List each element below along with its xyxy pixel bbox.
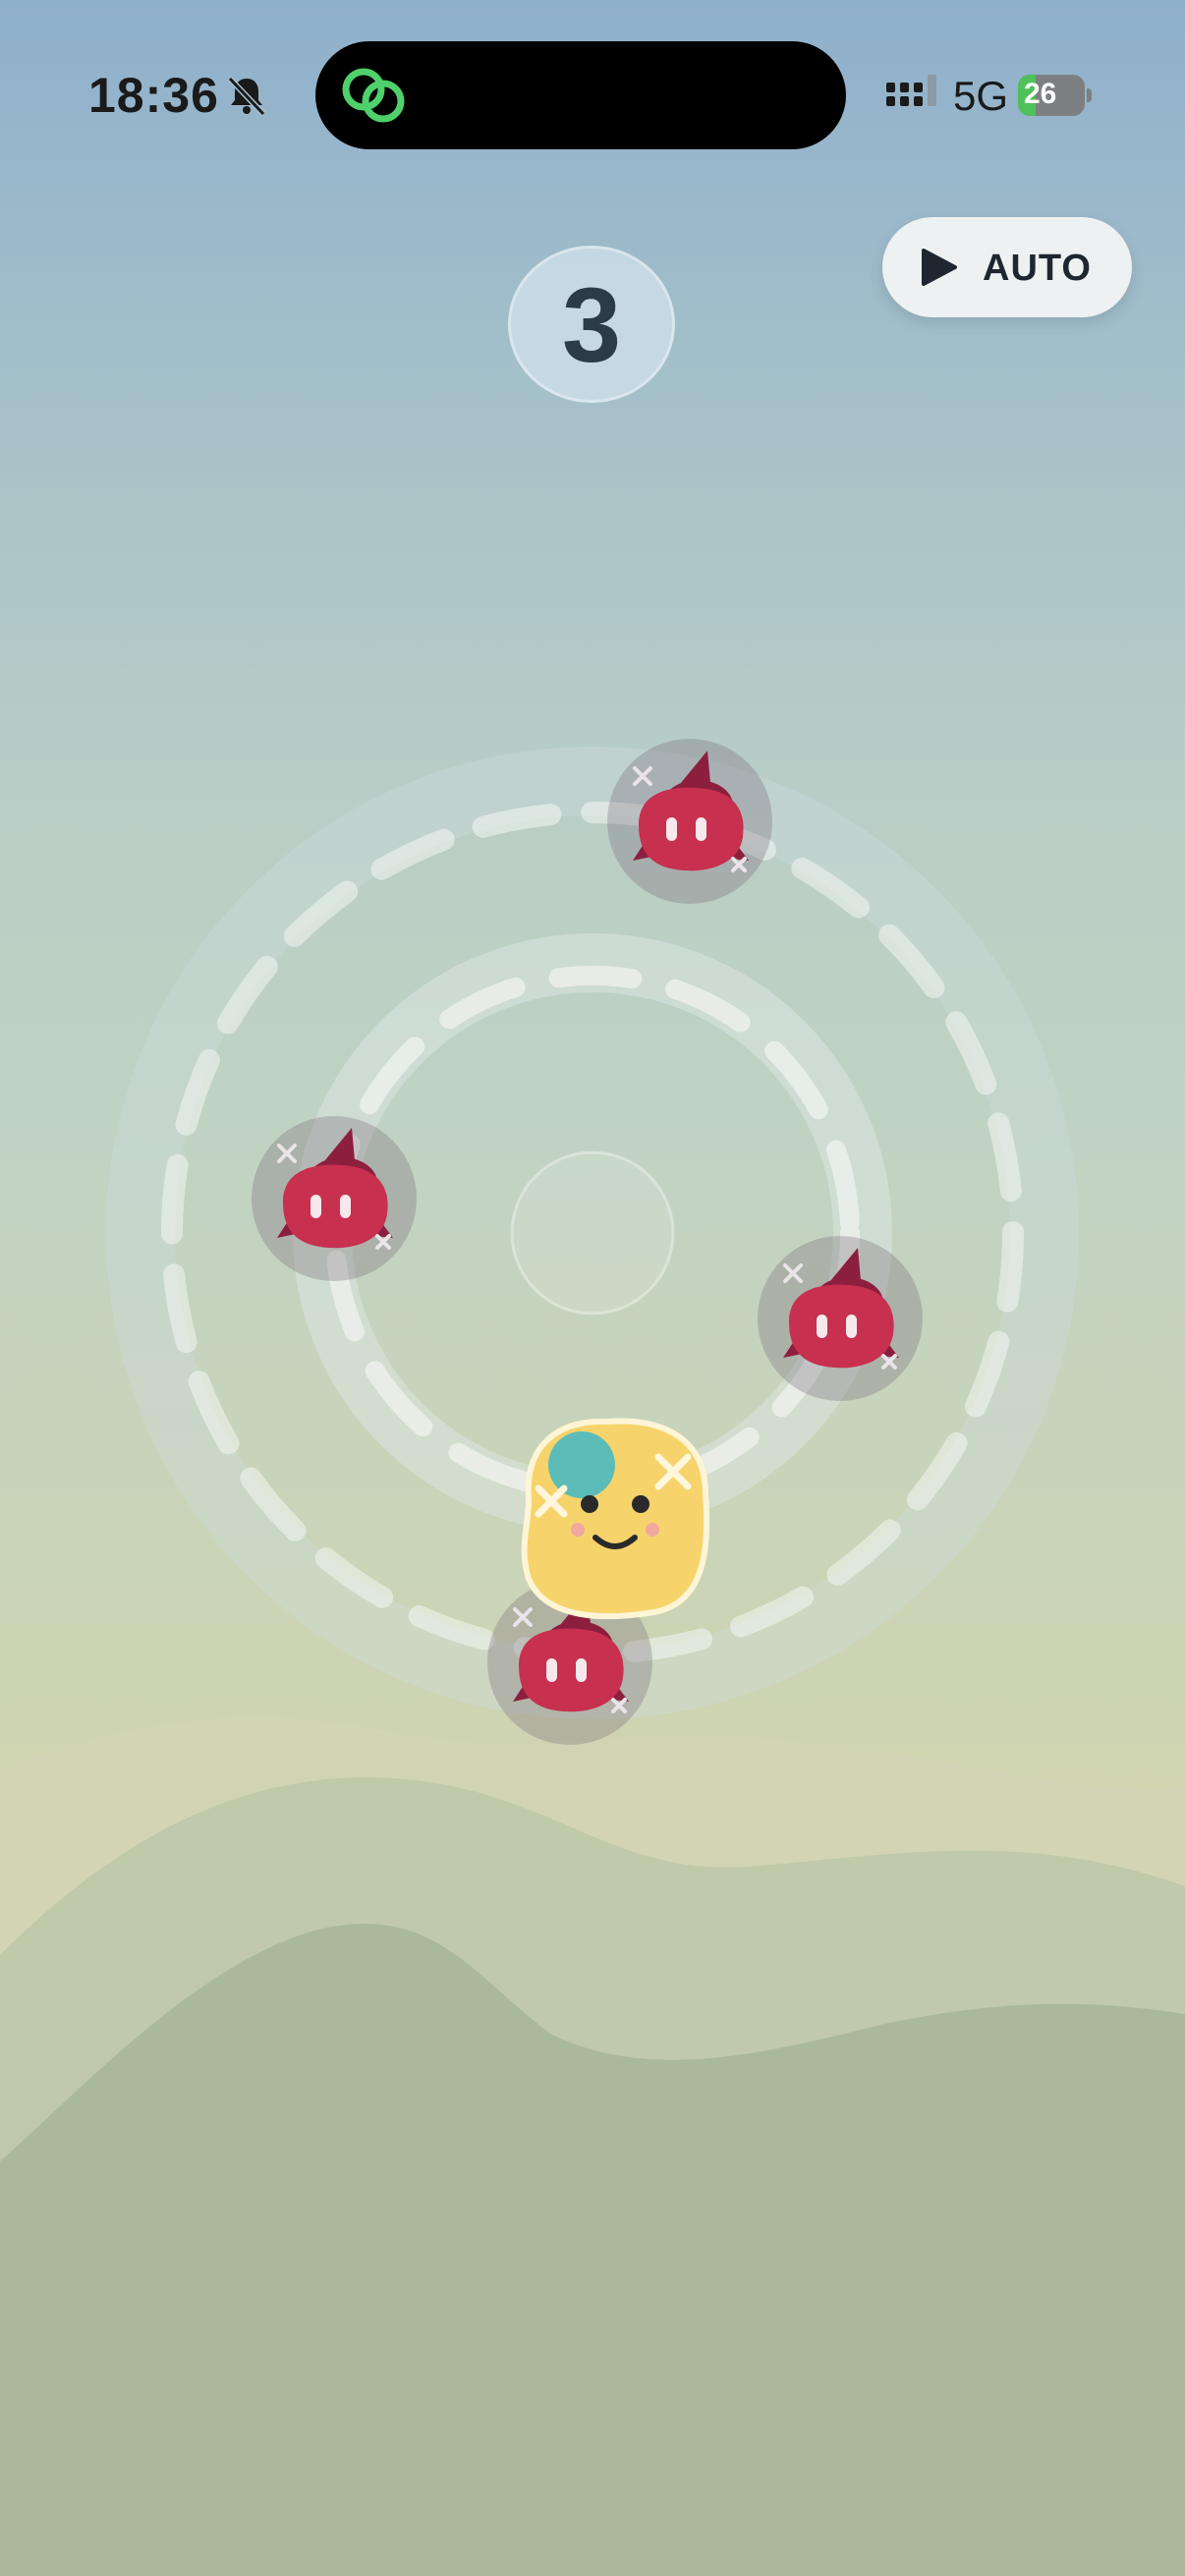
orbit-center bbox=[510, 1150, 675, 1316]
status-time: 18:36 bbox=[88, 68, 219, 123]
red-spiky-enemy bbox=[605, 737, 774, 906]
linked-circles-icon bbox=[342, 68, 405, 123]
red-spiky-enemy bbox=[250, 1114, 419, 1283]
bell-slash-icon bbox=[227, 76, 266, 117]
battery-level: 26 bbox=[1024, 78, 1057, 110]
score-badge: 3 bbox=[508, 246, 675, 403]
dynamic-island[interactable] bbox=[315, 41, 846, 149]
auto-button[interactable]: AUTO bbox=[882, 217, 1132, 317]
auto-label: AUTO bbox=[983, 248, 1092, 289]
play-icon bbox=[922, 249, 957, 286]
battery-charging-icon: 26 bbox=[1018, 75, 1093, 116]
score-value: 3 bbox=[561, 264, 622, 384]
red-spiky-enemy bbox=[756, 1234, 925, 1403]
yellow-blob-player bbox=[521, 1418, 710, 1620]
network-label: 5G bbox=[953, 73, 1009, 119]
signal-icon bbox=[886, 75, 936, 106]
